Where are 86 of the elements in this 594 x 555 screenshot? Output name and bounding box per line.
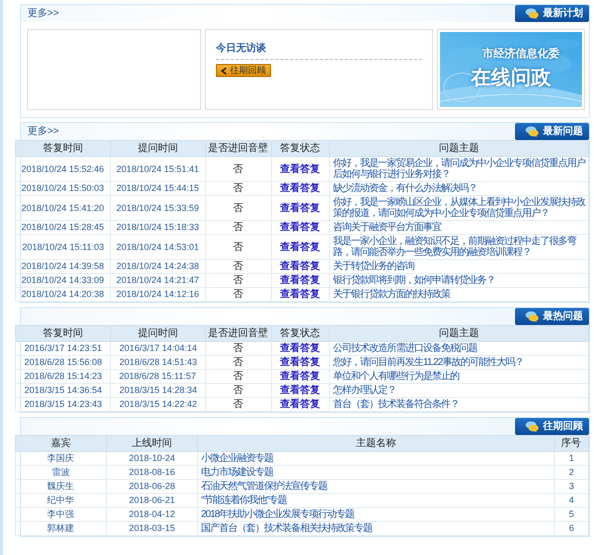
guest-name: 雷波	[52, 467, 70, 478]
banner-title: 在线问政	[471, 66, 551, 91]
guest-name: 李中强	[48, 509, 74, 520]
wall-status: 否	[234, 371, 244, 382]
section-title: 最新计划	[543, 6, 583, 21]
past-review-button[interactable]: 往期回顾	[216, 64, 271, 77]
wall-status: 否	[234, 357, 244, 368]
answered-time: 2018/3/15 14:23:43	[24, 399, 102, 410]
wall-status: 否	[234, 222, 244, 233]
online-date: 2018-06-21	[128, 495, 176, 506]
asked-time: 2018/10/24 15:33:59	[116, 202, 200, 214]
answered-time: 2018/10/24 14:39:58	[22, 261, 104, 272]
section-title: 最新问题	[543, 124, 583, 139]
online-date: 2018-10-24	[128, 453, 176, 464]
row-number: 2	[569, 467, 574, 478]
more-link[interactable]: 更多>>	[27, 124, 59, 139]
answered-time: 2018/10/24 15:11:03	[22, 242, 104, 252]
chat-bubbles-icon	[525, 8, 539, 19]
answered-time: 2018/10/24 15:41:20	[22, 202, 104, 214]
column-header: 主题名称	[198, 436, 554, 452]
wall-status: 否	[234, 202, 244, 214]
asked-time: 2016/3/17 14:04:14	[119, 343, 197, 354]
asked-time: 2018/3/15 14:28:34	[119, 385, 197, 396]
answered-time: 2018/10/24 15:50:03	[22, 183, 104, 194]
answered-time: 2018/10/24 15:28:45	[22, 222, 104, 233]
column-header: 答复状态	[272, 140, 330, 156]
asked-time: 2018/10/24 14:24:38	[116, 261, 200, 272]
column-header: 提问时间	[110, 140, 206, 156]
column-header: 问题主题	[330, 140, 588, 156]
online-date: 2018-03-15	[128, 523, 176, 534]
asked-time: 2018/10/24 15:18:33	[116, 222, 200, 233]
chat-bubbles-icon	[525, 126, 539, 137]
banner-subtitle: 市经济信息化委	[482, 46, 560, 62]
row-number: 5	[569, 509, 574, 520]
section-title: 最热问题	[543, 310, 583, 324]
row-number: 1	[569, 453, 574, 464]
row-number: 6	[569, 523, 574, 534]
section-title: 往期回顾	[543, 420, 583, 434]
wall-status: 否	[234, 242, 244, 252]
asked-time: 2018/10/24 14:53:01	[116, 242, 200, 252]
column-header: 序号	[554, 436, 588, 452]
column-header: 是否进回音壁	[206, 326, 272, 342]
answered-time: 2018/6/28 15:14:23	[24, 371, 102, 382]
chat-bubbles-icon	[525, 421, 539, 432]
column-header: 答复状态	[272, 326, 330, 342]
answered-time: 2018/10/24 14:20:38	[22, 289, 104, 300]
asked-time: 2018/10/24 14:12:16	[116, 289, 200, 300]
wall-status: 否	[234, 261, 244, 272]
wall-status: 否	[234, 183, 244, 194]
column-header: 问题主题	[330, 326, 588, 342]
asked-time: 2018/3/15 14:22:42	[119, 399, 197, 410]
column-header: 嘉宾	[16, 436, 106, 452]
asked-time: 2018/10/24 14:21:47	[116, 275, 200, 286]
column-header: 答复时间	[16, 140, 110, 156]
row-number: 3	[569, 481, 574, 492]
answered-time: 2018/6/28 15:56:08	[24, 357, 102, 368]
asked-time: 2018/6/28 15:11:57	[120, 371, 196, 382]
wall-status: 否	[234, 275, 244, 286]
wall-status: 否	[234, 164, 244, 174]
answered-time: 2018/3/15 14:36:54	[24, 385, 102, 396]
online-date: 2018-08-16	[128, 467, 176, 478]
wall-status: 否	[234, 343, 244, 354]
asked-time: 2018/10/24 15:44:15	[116, 183, 200, 194]
guest-name: 李国庆	[48, 453, 74, 464]
more-link[interactable]: 更多>>	[27, 6, 59, 21]
guest-name: 纪中华	[48, 495, 74, 506]
asked-time: 2018/6/28 14:51:43	[119, 357, 197, 368]
answered-time: 2016/3/17 14:23:51	[24, 343, 102, 354]
guest-name: 魏庆生	[48, 481, 74, 492]
column-header: 上线时间	[106, 436, 198, 452]
column-header: 是否进回音壁	[206, 140, 272, 156]
answered-time: 2018/10/24 14:33:09	[22, 275, 104, 286]
wall-status: 否	[234, 385, 244, 396]
guest-name: 郭林建	[48, 523, 74, 534]
column-header: 提问时间	[110, 326, 206, 342]
online-date: 2018-06-28	[128, 481, 176, 492]
online-date: 2018-04-12	[128, 509, 176, 520]
chat-bubbles-icon	[525, 311, 539, 322]
answered-time: 2018/10/24 15:52:46	[22, 164, 104, 174]
wall-status: 否	[234, 289, 244, 300]
asked-time: 2018/10/24 15:51:41	[116, 164, 200, 174]
interview-status: 今日无访谈	[216, 41, 422, 60]
wall-status: 否	[234, 399, 244, 410]
chevron-icon	[221, 66, 227, 74]
row-number: 4	[569, 495, 574, 506]
column-header: 答复时间	[16, 326, 110, 342]
